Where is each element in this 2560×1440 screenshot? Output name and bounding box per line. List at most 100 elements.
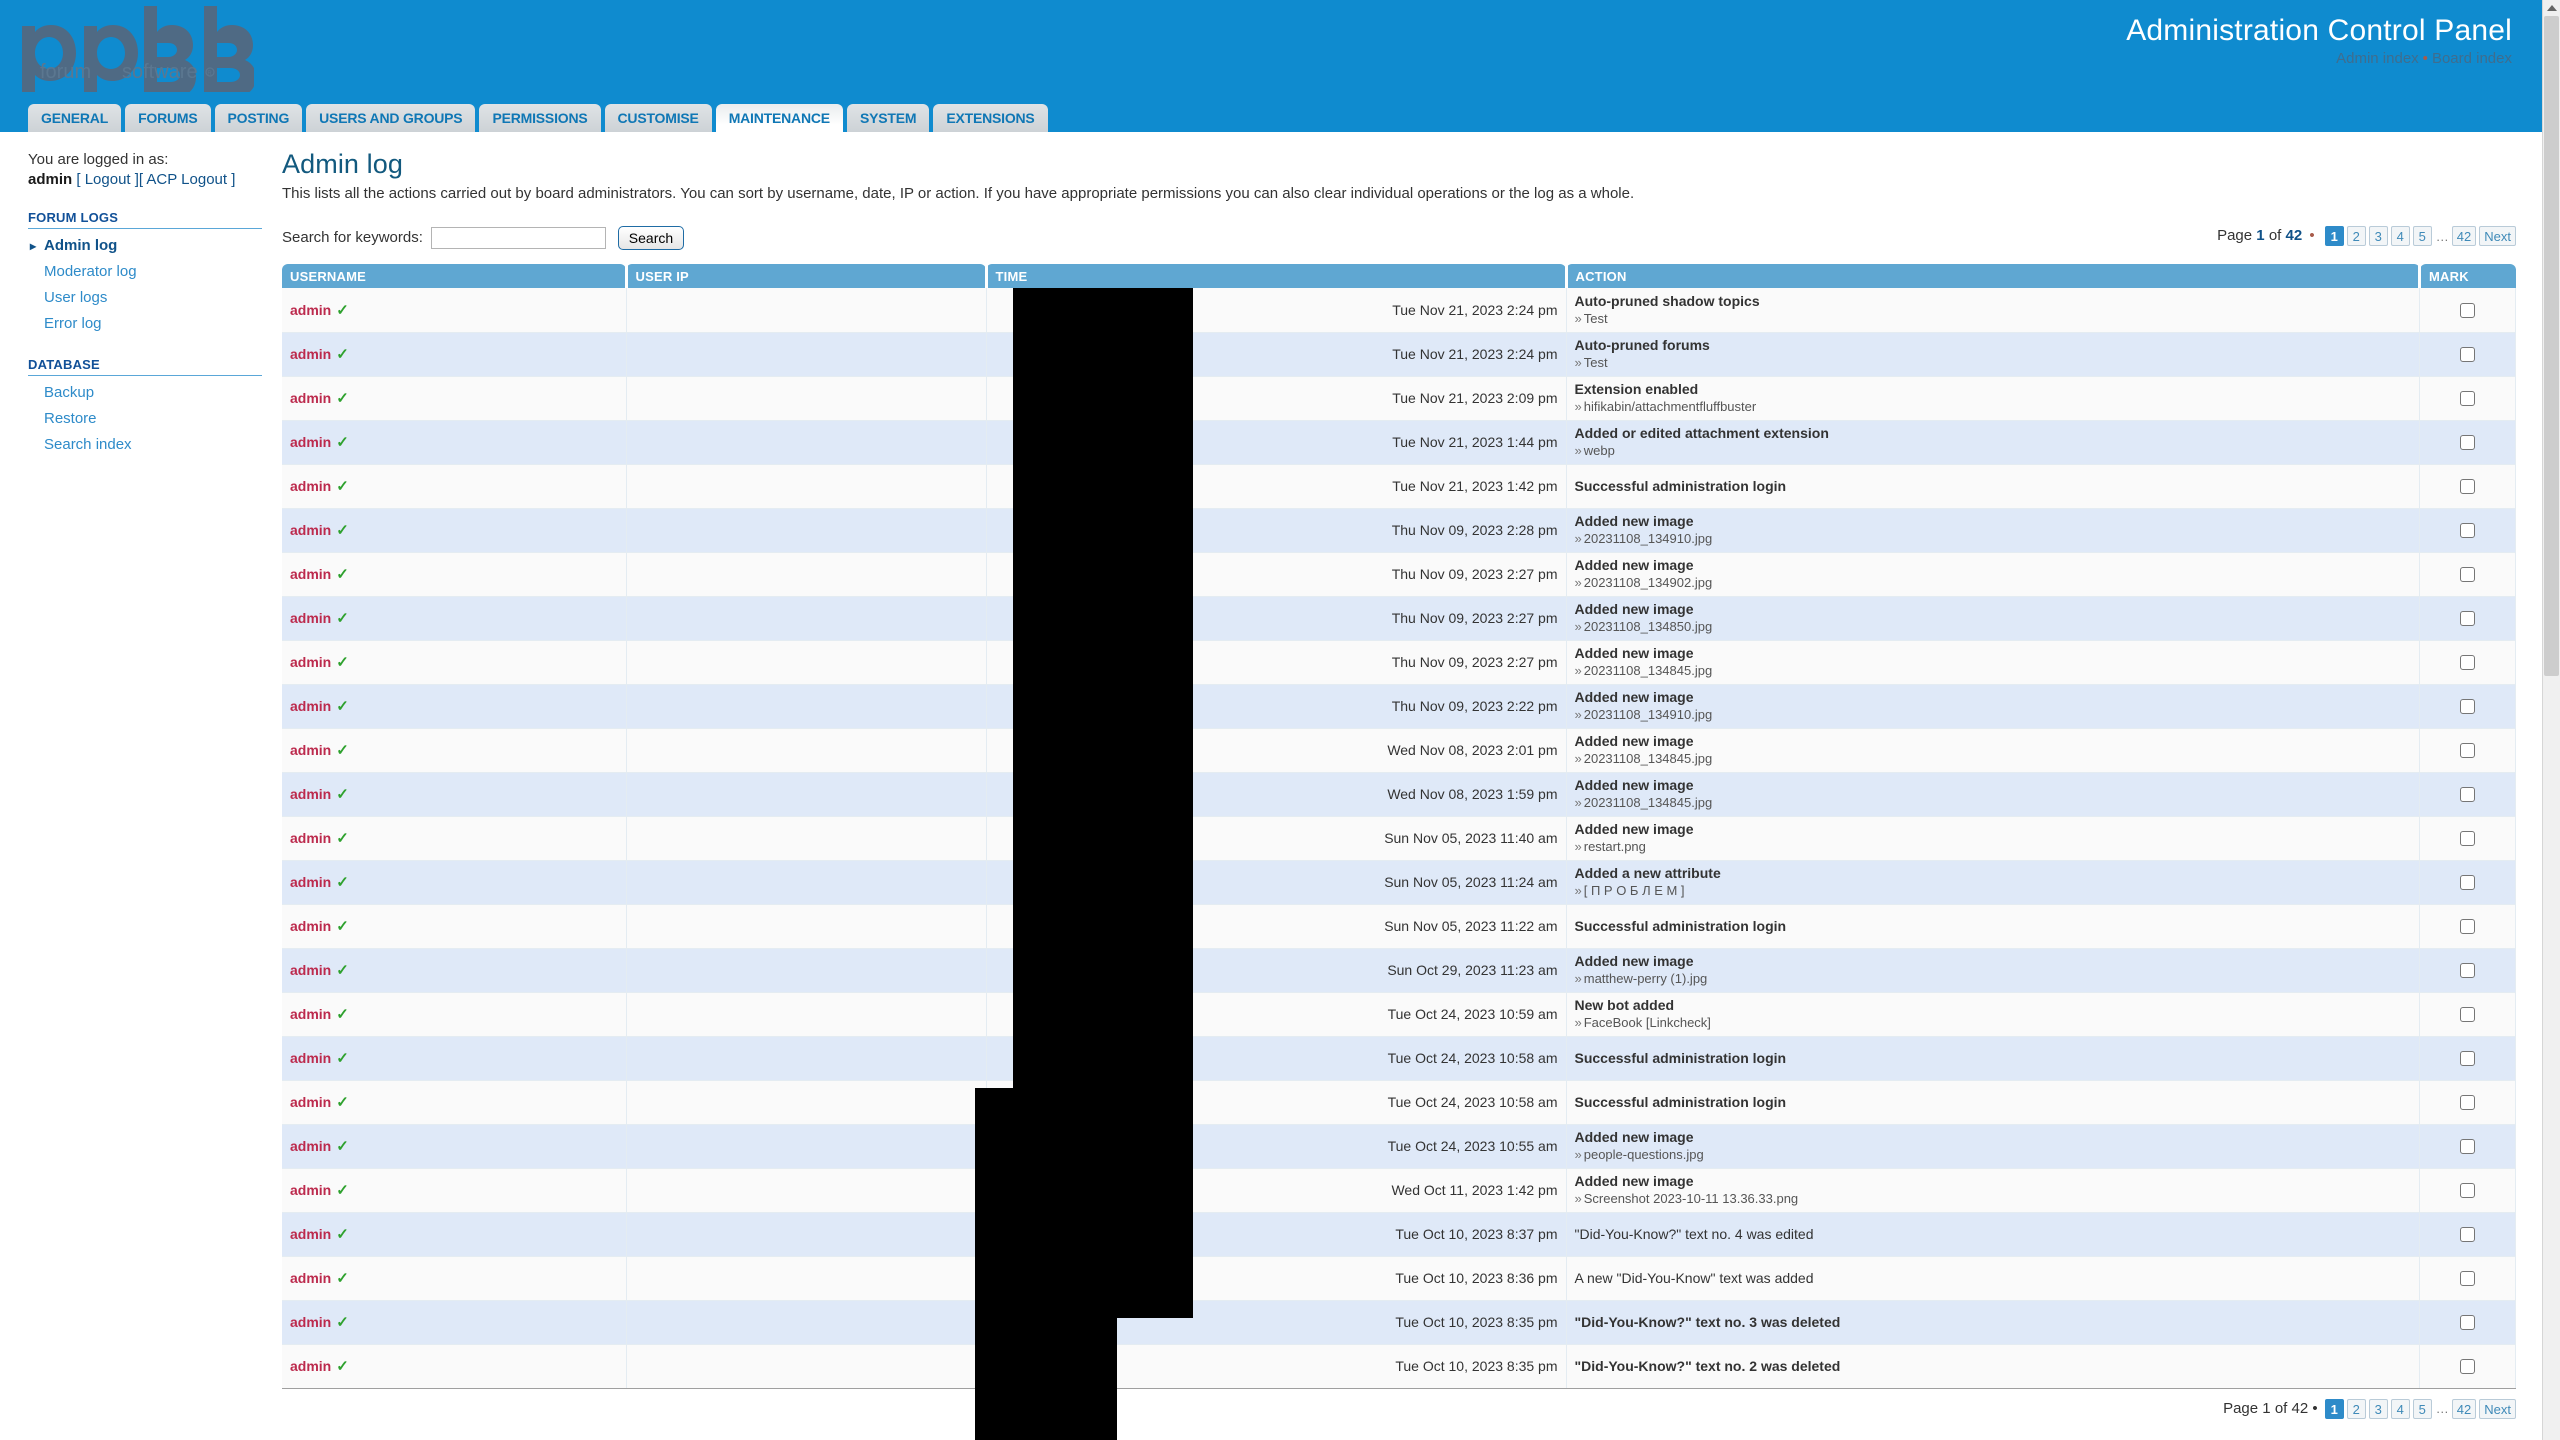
mark-checkbox[interactable] [2460,1139,2475,1155]
mark-checkbox[interactable] [2460,435,2475,451]
username-link[interactable]: admin [290,830,331,846]
mark-checkbox[interactable] [2460,655,2475,671]
sidebar-item-admin-log[interactable]: Admin log [28,233,262,259]
tab-permissions[interactable]: PERMISSIONS [479,104,601,132]
sidebar-item-moderator-log[interactable]: Moderator log [28,259,262,285]
username-link[interactable]: admin [290,302,331,318]
pagination-page-2[interactable]: 2 [2346,226,2366,246]
main-nav-tabs: GENERAL FORUMS POSTING USERS AND GROUPS PERM… [28,96,2560,132]
username-link[interactable]: admin [290,434,331,450]
pagination-page-4[interactable]: 4 [2390,1398,2410,1419]
logout-link[interactable]: [ Logout ] [76,171,139,188]
mark-checkbox[interactable] [2460,1227,2475,1243]
scroll-up-arrow-icon[interactable] [2547,5,2557,11]
tab-users-and-groups[interactable]: USERS AND GROUPS [306,104,476,132]
username-link[interactable]: admin [290,786,331,802]
mark-checkbox[interactable] [2460,1359,2475,1375]
column-header-action[interactable]: ACTION [1566,264,2421,288]
pagination-page-5[interactable]: 5 [2412,1398,2432,1419]
pagination-next-button[interactable]: Next [2479,226,2516,246]
mark-checkbox[interactable] [2460,1051,2475,1067]
username-link[interactable]: admin [290,1314,331,1330]
pagination-page-3[interactable]: 3 [2368,226,2388,246]
mark-checkbox[interactable] [2460,479,2475,495]
username-link[interactable]: admin [290,1182,331,1198]
tab-extensions[interactable]: EXTENSIONS [933,104,1048,132]
mark-checkbox[interactable] [2460,743,2475,759]
tab-forums[interactable]: FORUMS [125,104,211,132]
username-link[interactable]: admin [290,962,331,978]
pagination-page-last[interactable]: 42 [2451,226,2477,246]
username-link[interactable]: admin [290,346,331,362]
pagination-page-5[interactable]: 5 [2412,226,2432,246]
sidebar-item-search-index[interactable]: Search index [28,432,262,458]
sidebar-item-restore[interactable]: Restore [28,406,262,432]
tab-maintenance[interactable]: MAINTENANCE [715,104,843,132]
username-link[interactable]: admin [290,1270,331,1286]
breadcrumb-board-index[interactable]: Board index [2432,50,2512,67]
tab-general[interactable]: GENERAL [28,104,122,132]
mark-checkbox[interactable] [2460,567,2475,583]
username-link[interactable]: admin [290,566,331,582]
chevron-right-icon: » [1574,1191,1582,1206]
acp-logout-link[interactable]: [ ACP Logout ] [139,171,235,188]
search-button[interactable]: Search [617,226,685,250]
mark-checkbox[interactable] [2460,831,2475,847]
action-title: Added or edited attachment extension [1574,425,1829,441]
pagination-page-3[interactable]: 3 [2368,1398,2388,1419]
column-header-user-ip[interactable]: USER IP [626,264,988,288]
username-link[interactable]: admin [290,610,331,626]
username-link[interactable]: admin [290,874,331,890]
cell-action: A new "Did-You-Know" text was added [1566,1256,2420,1301]
username-link[interactable]: admin [290,742,331,758]
mark-checkbox[interactable] [2460,303,2475,319]
pagination-page-last[interactable]: 42 [2451,1398,2477,1419]
column-header-username[interactable]: USERNAME [282,264,628,288]
tab-system[interactable]: SYSTEM [846,104,930,132]
mark-checkbox[interactable] [2460,1271,2475,1287]
username-link[interactable]: admin [290,918,331,934]
phpbb-logo[interactable]: forum software R [14,4,254,92]
mark-checkbox[interactable] [2460,699,2475,715]
username-link[interactable]: admin [290,1138,331,1154]
pagination-page-2[interactable]: 2 [2346,1398,2366,1419]
mark-checkbox[interactable] [2460,963,2475,979]
mark-checkbox[interactable] [2460,875,2475,891]
mark-checkbox[interactable] [2460,1007,2475,1023]
username-link[interactable]: admin [290,1358,331,1374]
username-link[interactable]: admin [290,522,331,538]
search-input[interactable] [431,227,607,249]
mark-checkbox[interactable] [2460,347,2475,363]
mark-checkbox[interactable] [2460,787,2475,803]
mark-checkbox[interactable] [2460,1095,2475,1111]
sidebar-item-error-log[interactable]: Error log [28,311,262,337]
pagination-page-4[interactable]: 4 [2390,226,2410,246]
cell-user-ip [626,1080,987,1125]
username-link[interactable]: admin [290,1050,331,1066]
username-link[interactable]: admin [290,1094,331,1110]
username-link[interactable]: admin [290,478,331,494]
scrollbar-thumb[interactable] [2544,16,2559,676]
column-header-time[interactable]: TIME [986,264,1568,288]
username-link[interactable]: admin [290,1226,331,1242]
mark-checkbox[interactable] [2460,611,2475,627]
mark-checkbox[interactable] [2460,919,2475,935]
pagination-next-button[interactable]: Next [2479,1398,2516,1419]
username-link[interactable]: admin [290,654,331,670]
username-link[interactable]: admin [290,390,331,406]
sidebar-item-user-logs[interactable]: User logs [28,285,262,311]
tab-customise[interactable]: CUSTOMISE [604,104,712,132]
mark-checkbox[interactable] [2460,391,2475,407]
tab-posting[interactable]: POSTING [214,104,303,132]
username-link[interactable]: admin [290,1006,331,1022]
mark-checkbox[interactable] [2460,1183,2475,1199]
mark-checkbox[interactable] [2460,523,2475,539]
mark-checkbox[interactable] [2460,1315,2475,1331]
timestamp-text: Tue Oct 24, 2023 10:58 am [1387,1094,1558,1110]
username-link[interactable]: admin [290,698,331,714]
pagination-page-1[interactable]: 1 [2324,226,2344,246]
window-scrollbar[interactable] [2542,0,2560,1440]
pagination-page-1[interactable]: 1 [2324,1398,2344,1419]
breadcrumb-admin-index[interactable]: Admin index [2336,50,2419,67]
sidebar-item-backup[interactable]: Backup [28,380,262,406]
